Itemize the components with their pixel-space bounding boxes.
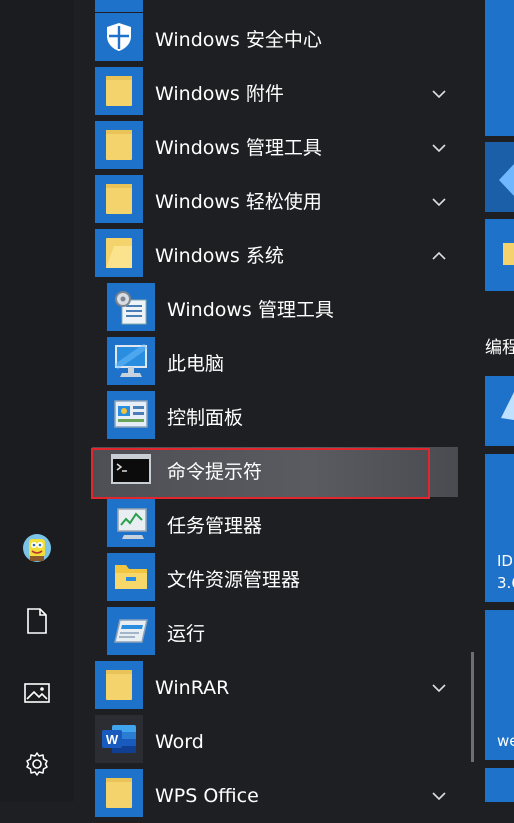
list-item-label: Windows 轻松使用	[155, 191, 322, 213]
list-item-label: WinRAR	[155, 677, 230, 699]
live-tiles-column: 编程 ID 3.6 we	[485, 0, 514, 802]
admin-tools-icon	[107, 283, 155, 331]
app-tile-icon	[499, 164, 514, 196]
chevron-up-icon[interactable]	[430, 247, 448, 265]
chevron-down-icon[interactable]	[430, 85, 448, 103]
list-item-this-pc[interactable]: 此电脑	[74, 337, 464, 391]
folder-icon	[95, 661, 143, 709]
tile-1[interactable]	[485, 0, 514, 136]
red-highlight-box	[91, 448, 430, 499]
chevron-down-icon[interactable]	[430, 787, 448, 805]
word-icon: W	[95, 715, 143, 763]
tile-text: ID	[497, 552, 513, 570]
list-item-label: Word	[155, 731, 204, 753]
list-item-wps-office[interactable]: WPS Office	[74, 769, 464, 823]
list-item-label: 控制面板	[167, 407, 244, 429]
tile-text: 3.6	[497, 574, 514, 592]
chevron-down-icon[interactable]	[430, 679, 448, 697]
list-item-task-manager[interactable]: 任务管理器	[74, 499, 464, 553]
control-panel-icon	[107, 391, 155, 439]
settings-button[interactable]	[0, 736, 74, 792]
list-item-label: Windows 管理工具	[155, 137, 322, 159]
list-item-run[interactable]: 运行	[74, 607, 464, 661]
task-manager-icon	[107, 499, 155, 547]
list-item-label: 此电脑	[167, 353, 225, 375]
list-item-label: 文件资源管理器	[167, 569, 301, 591]
pictures-button[interactable]	[0, 665, 74, 721]
app-list: Windows 安全中心 Windows 附件 Windows 管理工具 Win…	[74, 0, 474, 817]
folder-icon	[95, 175, 143, 223]
folder-open-icon	[95, 229, 143, 277]
svg-text:W: W	[106, 732, 119, 747]
tile-7[interactable]	[485, 768, 514, 802]
list-item-label: Windows 安全中心	[155, 29, 322, 51]
list-item-label: Windows 附件	[155, 83, 284, 105]
tile-4[interactable]	[485, 376, 514, 446]
folder-icon	[95, 121, 143, 169]
list-item-label: WPS Office	[155, 785, 259, 807]
list-item-label: Windows 系统	[155, 245, 284, 267]
documents-button[interactable]	[0, 593, 74, 649]
list-item-partial-top	[95, 0, 143, 12]
list-scrollbar[interactable]	[471, 652, 474, 762]
file-explorer-icon	[107, 553, 155, 601]
tile-text: we	[497, 732, 514, 750]
list-item-label: 任务管理器	[167, 515, 263, 537]
run-icon	[107, 607, 155, 655]
tile-5[interactable]: ID 3.6	[485, 454, 514, 602]
document-icon	[27, 608, 47, 634]
computer-icon	[107, 337, 155, 385]
folder-icon	[95, 769, 143, 817]
pictures-icon	[24, 683, 50, 703]
list-item-windows-accessories[interactable]: Windows 附件	[74, 67, 464, 121]
user-avatar[interactable]	[0, 520, 74, 576]
list-item-file-explorer[interactable]: 文件资源管理器	[74, 553, 464, 607]
folder-icon	[503, 243, 514, 265]
list-item-label: Windows 管理工具	[167, 299, 334, 321]
tile-3[interactable]	[485, 219, 514, 291]
list-item-windows-admin-tools[interactable]: Windows 管理工具	[74, 121, 464, 175]
list-item-windows-ease-of-access[interactable]: Windows 轻松使用	[74, 175, 464, 229]
chevron-down-icon[interactable]	[430, 139, 448, 157]
list-item-windows-security[interactable]: Windows 安全中心	[74, 13, 464, 67]
list-item-admin-tools[interactable]: Windows 管理工具	[74, 283, 464, 337]
settings-gear-icon	[26, 752, 48, 776]
shield-icon	[95, 13, 143, 61]
tile-6[interactable]: we	[485, 610, 514, 760]
tile-group-label: 编程	[485, 338, 514, 358]
chevron-down-icon[interactable]	[430, 193, 448, 211]
list-item-word[interactable]: W Word	[74, 715, 464, 769]
app-tile-icon	[501, 392, 514, 420]
list-item-winrar[interactable]: WinRAR	[74, 661, 464, 715]
list-item-control-panel[interactable]: 控制面板	[74, 391, 464, 445]
folder-icon	[95, 67, 143, 115]
list-item-windows-system[interactable]: Windows 系统	[74, 229, 464, 283]
tile-2[interactable]	[485, 142, 514, 212]
list-item-label: 运行	[167, 623, 206, 645]
start-left-rail	[0, 0, 74, 802]
avatar-icon	[23, 534, 51, 562]
